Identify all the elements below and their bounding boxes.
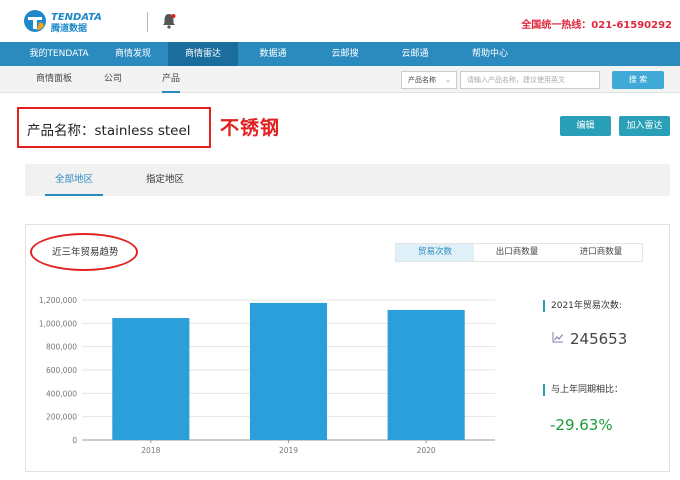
nav-item-mail[interactable]: 云邮通: [390, 42, 440, 66]
yoy-value: -29.63%: [550, 416, 613, 434]
product-annotation: 不锈钢: [220, 117, 281, 139]
bar: [249, 302, 328, 440]
logo-subtext: 腾道数据: [50, 22, 87, 34]
search-input[interactable]: [460, 71, 600, 89]
y-tick-label: 1,000,000: [39, 319, 77, 328]
metric-tabs: 贸易次数 出口商数量 进口商数量: [395, 243, 643, 262]
product-title-highlight: 产品名称：stainless steel: [17, 107, 211, 148]
product-title: 产品名称：stainless steel: [27, 123, 191, 139]
subnav-item-company[interactable]: 公司: [104, 66, 122, 93]
nav-item-radar[interactable]: 商情雷达: [168, 42, 238, 66]
main-nav: 我的TENDATA 商情发现 商情雷达 数据通 云邮搜 云邮通 帮助中心: [0, 42, 680, 66]
search-button[interactable]: 搜 索: [612, 71, 664, 89]
trade-trend-chart: 0 200,000 400,000 600,000 800,000 1,000,000 1,…: [39, 296, 495, 455]
notification-bell-icon[interactable]: [160, 12, 178, 30]
y-tick-label: 0: [72, 436, 77, 445]
tab-exporter-count[interactable]: 出口商数量: [476, 244, 558, 261]
hotline-text: 全国统一热线：021-61590292: [521, 20, 672, 31]
y-tick-label: 600,000: [46, 366, 77, 375]
tendata-logo[interactable]: TENDATA 腾道数据: [22, 8, 126, 34]
logo-wordmark: TENDATA: [51, 12, 102, 23]
bar: [387, 309, 465, 440]
subnav-item-dashboard[interactable]: 商情面板: [36, 66, 72, 93]
y-tick-label: 800,000: [46, 343, 77, 352]
tab-specified-regions[interactable]: 指定地区: [135, 164, 195, 196]
tab-importer-count[interactable]: 进口商数量: [560, 244, 642, 261]
add-to-radar-button[interactable]: 加入雷达: [619, 116, 670, 136]
yoy-label: 与上年同期相比：: [543, 384, 623, 396]
search-type-value: 产品名称: [408, 76, 436, 84]
nav-item-data[interactable]: 数据通: [248, 42, 298, 66]
nav-item-my-tendata[interactable]: 我的TENDATA: [24, 42, 94, 66]
trade-count-value: 245653: [570, 330, 628, 348]
trade-count-label: 2021年贸易次数:: [543, 300, 622, 312]
tab-trade-count[interactable]: 贸易次数: [396, 244, 474, 261]
x-tick-label: 2020: [417, 446, 436, 455]
nav-item-discovery[interactable]: 商情发现: [104, 42, 162, 66]
edit-button[interactable]: 编辑: [560, 116, 611, 136]
nav-item-mail-search[interactable]: 云邮搜: [320, 42, 370, 66]
search-type-select[interactable]: 产品名称 ⌄: [401, 71, 457, 89]
header-divider: [147, 12, 148, 32]
nav-item-help[interactable]: 帮助中心: [460, 42, 520, 66]
line-chart-icon: [552, 332, 563, 343]
sub-nav: 商情面板 公司 产品 产品名称 ⌄ 搜 索: [0, 66, 680, 93]
x-tick-label: 2018: [141, 446, 160, 455]
trend-title: 近三年贸易趋势: [52, 247, 119, 258]
tab-all-regions[interactable]: 全部地区: [45, 164, 103, 196]
y-tick-label: 1,200,000: [39, 296, 77, 305]
subnav-item-product[interactable]: 产品: [162, 66, 181, 93]
chevron-down-icon: ⌄: [445, 76, 451, 84]
x-tick-label: 2019: [279, 446, 298, 455]
y-tick-label: 400,000: [46, 389, 77, 398]
region-tab-bar: 全部地区 指定地区: [25, 164, 670, 196]
y-tick-label: 200,000: [46, 413, 77, 422]
top-header: TENDATA 腾道数据 全国统一热线：021-61590292: [0, 0, 680, 42]
bar: [112, 318, 190, 440]
